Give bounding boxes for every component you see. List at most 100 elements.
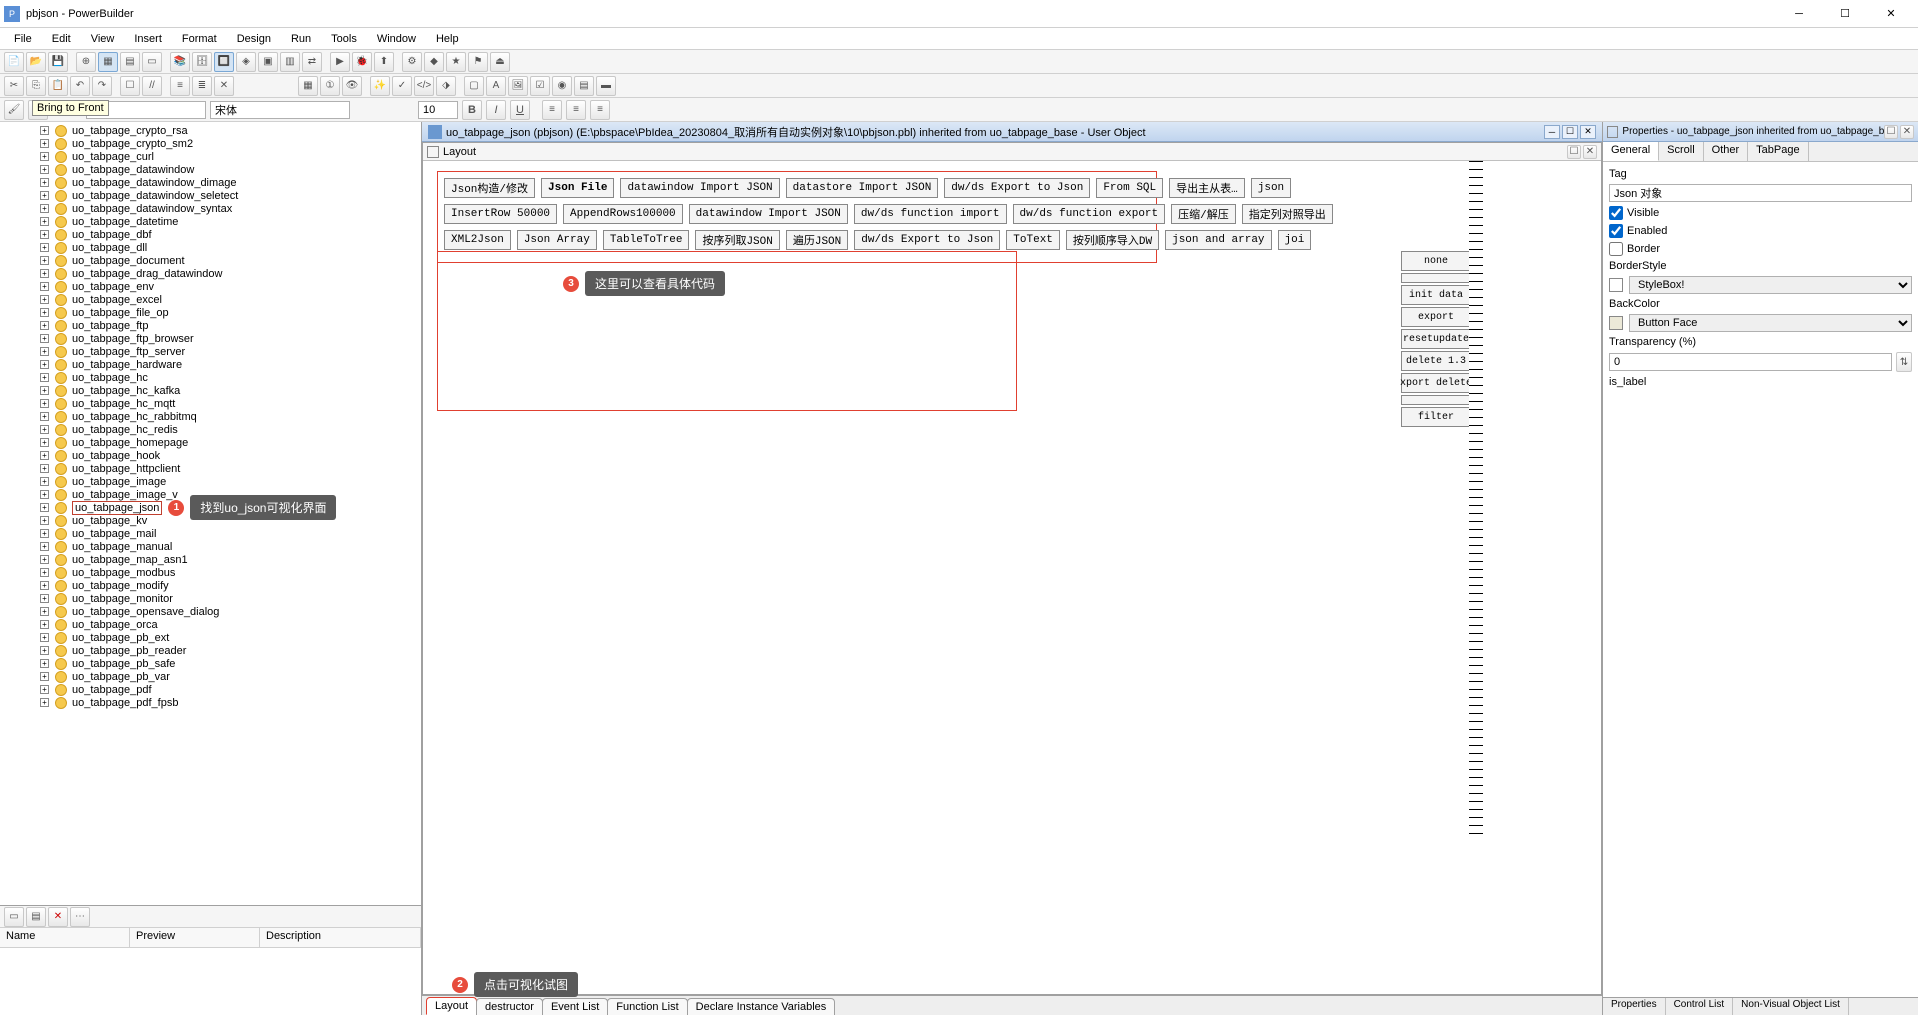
editor-tab[interactable]: Function List — [607, 998, 687, 1015]
menu-run[interactable]: Run — [281, 31, 321, 47]
doc-close-button[interactable]: ✕ — [1580, 125, 1596, 139]
expander-icon[interactable]: + — [40, 555, 49, 564]
design-button[interactable]: ToText — [1006, 230, 1060, 250]
control-tab-icon[interactable]: ▬ — [596, 76, 616, 96]
tree-item[interactable]: +uo_tabpage_datetime — [40, 215, 421, 228]
tree-item[interactable]: +uo_tabpage_datawindow_dimage — [40, 176, 421, 189]
expander-icon[interactable]: + — [40, 256, 49, 265]
expander-icon[interactable]: + — [40, 347, 49, 356]
expander-icon[interactable]: + — [40, 295, 49, 304]
list-delete-icon[interactable]: ✕ — [48, 907, 68, 927]
expander-icon[interactable]: + — [40, 672, 49, 681]
tree-item[interactable]: +uo_tabpage_modify — [40, 579, 421, 592]
design-button[interactable]: Json Array — [517, 230, 597, 250]
design-button[interactable]: 按序列取JSON — [695, 230, 779, 250]
tab-order-icon[interactable]: ① — [320, 76, 340, 96]
expander-icon[interactable]: + — [40, 490, 49, 499]
expander-icon[interactable]: + — [40, 659, 49, 668]
design-button[interactable]: 压缩/解压 — [1171, 204, 1236, 224]
tree-item[interactable]: +uo_tabpage_hook — [40, 449, 421, 462]
design-button[interactable]: AppendRows100000 — [563, 204, 683, 224]
design-button[interactable]: joi — [1278, 230, 1312, 250]
editor-tab[interactable]: Layout — [426, 997, 477, 1015]
list-edit-icon[interactable]: ▤ — [26, 907, 46, 927]
menu-view[interactable]: View — [81, 31, 125, 47]
align-c-icon[interactable]: ≡ — [566, 100, 586, 120]
prop-trans-input[interactable] — [1609, 353, 1892, 371]
tree-item[interactable]: +uo_tabpage_pb_ext — [40, 631, 421, 644]
tree-item[interactable]: +uo_tabpage_crypto_sm2 — [40, 137, 421, 150]
bold-icon[interactable]: B — [462, 100, 482, 120]
expander-icon[interactable]: + — [40, 321, 49, 330]
tree-item[interactable]: +uo_tabpage_kv — [40, 514, 421, 527]
edit-select-icon[interactable]: ☐ — [120, 76, 140, 96]
side-button[interactable]: filter — [1401, 407, 1471, 427]
expander-icon[interactable]: + — [40, 568, 49, 577]
font-input[interactable] — [210, 101, 350, 119]
design-button[interactable]: 遍历JSON — [786, 230, 848, 250]
expander-icon[interactable]: + — [40, 464, 49, 473]
side-button[interactable]: delete 1.3 — [1401, 351, 1471, 371]
props-close-button[interactable]: ✕ — [1900, 125, 1914, 139]
prop-tag-input[interactable] — [1609, 184, 1912, 202]
design-button[interactable]: Json构造/修改 — [444, 178, 535, 198]
tree-item[interactable]: +uo_tabpage_pb_reader — [40, 644, 421, 657]
tool-gear-icon[interactable]: ⚙ — [402, 52, 422, 72]
tool-obj-icon[interactable]: ◈ — [236, 52, 256, 72]
tree-item[interactable]: +uo_tabpage_crypto_rsa — [40, 124, 421, 137]
side-button[interactable] — [1401, 395, 1471, 405]
tool-layout-icon[interactable]: ▦ — [98, 52, 118, 72]
tree-item[interactable]: +uo_tabpage_hc_mqtt — [40, 397, 421, 410]
control-btn-icon[interactable]: ▢ — [464, 76, 484, 96]
prop-backcolor-select[interactable]: Button Face — [1629, 314, 1912, 332]
expander-icon[interactable]: + — [40, 373, 49, 382]
expander-icon[interactable]: + — [40, 269, 49, 278]
props-max-button[interactable]: ☐ — [1884, 125, 1898, 139]
control-dw-icon[interactable]: ▤ — [574, 76, 594, 96]
design-surface[interactable]: Json构造/修改Json Filedatawindow Import JSON… — [423, 161, 1601, 994]
maximize-button[interactable]: ☐ — [1822, 0, 1868, 28]
tool-exit-icon[interactable]: ⏏ — [490, 52, 510, 72]
tree-item[interactable]: +uo_tabpage_image — [40, 475, 421, 488]
expander-icon[interactable]: + — [40, 477, 49, 486]
pane-max-button[interactable]: ☐ — [1567, 145, 1581, 159]
tree-item[interactable]: +uo_tabpage_hc_rabbitmq — [40, 410, 421, 423]
pane-close-button[interactable]: ✕ — [1583, 145, 1597, 159]
design-button[interactable]: datawindow Import JSON — [620, 178, 779, 198]
wizard-icon[interactable]: ✨ — [370, 76, 390, 96]
expander-icon[interactable]: + — [40, 529, 49, 538]
list-new-icon[interactable]: ▭ — [4, 907, 24, 927]
expander-icon[interactable]: + — [40, 126, 49, 135]
column-header[interactable]: Description — [260, 928, 421, 947]
tree-item[interactable]: +uo_tabpage_pdf — [40, 683, 421, 696]
tool-target-icon[interactable]: ⊕ — [76, 52, 96, 72]
tree-item[interactable]: +uo_tabpage_ftp_server — [40, 345, 421, 358]
expander-icon[interactable]: + — [40, 204, 49, 213]
expander-icon[interactable]: + — [40, 139, 49, 148]
tree-item[interactable]: +uo_tabpage_httpclient — [40, 462, 421, 475]
tree-item[interactable]: +uo_tabpage_env — [40, 280, 421, 293]
design-button[interactable]: dw/ds Export to Json — [854, 230, 1000, 250]
menu-design[interactable]: Design — [227, 31, 281, 47]
tree-item[interactable]: +uo_tabpage_ftp_browser — [40, 332, 421, 345]
side-button[interactable]: xport delete — [1401, 373, 1471, 393]
tool-more3-icon[interactable]: ⚑ — [468, 52, 488, 72]
design-button[interactable]: dw/ds Export to Json — [944, 178, 1090, 198]
tree-item[interactable]: +uo_tabpage_hc_kafka — [40, 384, 421, 397]
props-bottom-tab[interactable]: Control List — [1666, 998, 1734, 1015]
expander-icon[interactable]: + — [40, 412, 49, 421]
side-button[interactable]: none — [1401, 251, 1471, 271]
tool-lib-icon[interactable]: 📚 — [170, 52, 190, 72]
props-bottom-tab[interactable]: Properties — [1603, 998, 1666, 1015]
tree-item[interactable]: +uo_tabpage_orca — [40, 618, 421, 631]
tool-new-icon[interactable]: 📄 — [4, 52, 24, 72]
tool-pipe-icon[interactable]: ⇄ — [302, 52, 322, 72]
menu-edit[interactable]: Edit — [42, 31, 81, 47]
prop-borderstyle-select[interactable]: StyleBox! — [1629, 276, 1912, 294]
paint-icon[interactable]: 🖌 — [4, 100, 24, 120]
tree-item[interactable]: +uo_tabpage_datawindow — [40, 163, 421, 176]
properties-tab[interactable]: General — [1603, 142, 1659, 161]
tool-data-icon[interactable]: ▣ — [258, 52, 278, 72]
expander-icon[interactable]: + — [40, 308, 49, 317]
edit-copy-icon[interactable]: ⎘ — [26, 76, 46, 96]
